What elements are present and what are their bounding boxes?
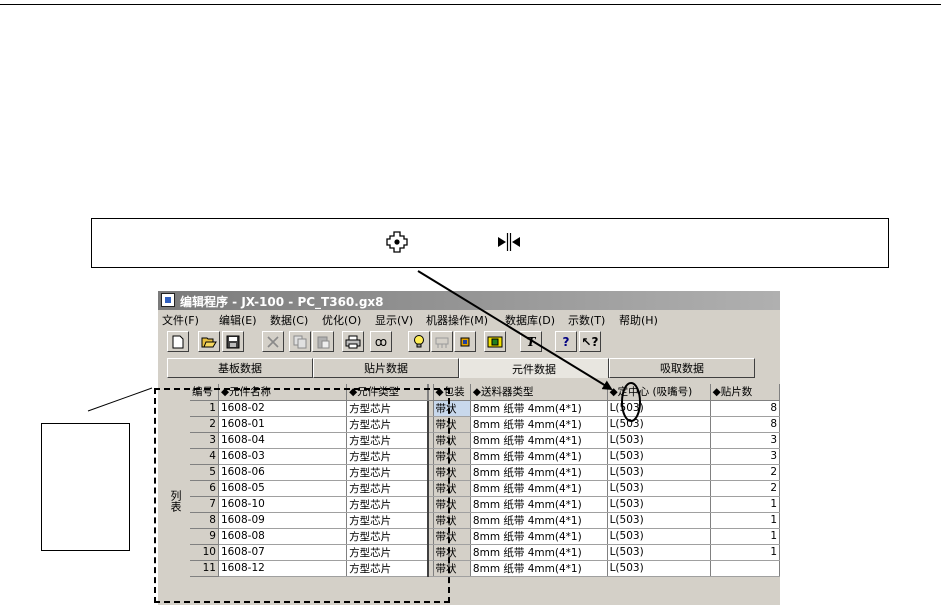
menu-data[interactable]: 数据(C) — [270, 312, 308, 328]
centering-cell[interactable]: L(503) — [607, 464, 711, 481]
placement-count-cell[interactable]: 1 — [710, 544, 780, 561]
menu-optimize[interactable]: 优化(O) — [322, 312, 361, 328]
move-cursor-icon — [386, 231, 408, 253]
lightbulb-icon[interactable] — [408, 331, 430, 352]
feeder-type-cell[interactable]: 8mm 纸带 4mm(4*1) — [470, 528, 608, 545]
tab-board-data[interactable]: 基板数据 — [167, 358, 313, 378]
feeder-type-cell[interactable]: 8mm 纸带 4mm(4*1) — [470, 480, 608, 497]
placement-count-cell[interactable]: 2 — [710, 480, 780, 497]
placement-count-cell[interactable]: 1 — [710, 512, 780, 529]
top-rule — [0, 4, 941, 5]
text-glyph: T — [526, 334, 536, 349]
menu-view[interactable]: 显示(V) — [375, 312, 413, 328]
feeder-type-cell[interactable]: 8mm 纸带 4mm(4*1) — [470, 496, 608, 513]
centering-cell[interactable]: L(503) — [607, 496, 711, 513]
centering-cell[interactable]: L(503) — [607, 432, 711, 449]
menu-teach[interactable]: 示数(T) — [568, 312, 605, 328]
feeder-type-cell[interactable]: 8mm 纸带 4mm(4*1) — [470, 400, 608, 417]
centering-cell[interactable]: L(503) — [607, 544, 711, 561]
help-glyph: ? — [562, 334, 570, 349]
delete-icon[interactable] — [262, 331, 284, 352]
feeder-type-cell[interactable]: 8mm 纸带 4mm(4*1) — [470, 512, 608, 529]
component-icon[interactable] — [454, 331, 476, 352]
window-title: 编辑程序 - JX-100 - PC_T360.gx8 — [180, 295, 384, 309]
camera-icon[interactable] — [484, 331, 506, 352]
tab-placement-data[interactable]: 贴片数据 — [313, 358, 459, 378]
placement-count-cell[interactable]: 2 — [710, 464, 780, 481]
callout-leader-line — [87, 387, 153, 412]
centering-cell[interactable]: L(503) — [607, 448, 711, 465]
cursor-hint-box — [91, 218, 889, 268]
toolbar: ꝏ T ? ↖? — [158, 329, 780, 355]
centering-cell[interactable]: L(503) — [607, 416, 711, 433]
centering-cell[interactable]: L(503) — [607, 400, 711, 417]
resize-cursor-icon — [498, 233, 520, 251]
feeder-icon[interactable] — [431, 331, 453, 352]
centering-cell[interactable]: L(503) — [607, 528, 711, 545]
context-help-icon[interactable]: ↖? — [579, 331, 601, 352]
help-icon[interactable]: ? — [555, 331, 577, 352]
centering-cell[interactable]: L(503) — [607, 512, 711, 529]
menu-bar: 文件(F) 编辑(E) 数据(C) 优化(O) 显示(V) 机器操作(M) 数据… — [158, 310, 780, 328]
placement-count-cell[interactable] — [710, 560, 780, 577]
print-icon[interactable] — [342, 331, 364, 352]
feeder-type-cell[interactable]: 8mm 纸带 4mm(4*1) — [470, 432, 608, 449]
placement-count-cell[interactable]: 3 — [710, 432, 780, 449]
feeder-type-cell[interactable]: 8mm 纸带 4mm(4*1) — [470, 448, 608, 465]
col-center-header[interactable]: ◆定中心 (吸嘴号) — [607, 384, 711, 401]
placement-count-cell[interactable]: 1 — [710, 496, 780, 513]
placement-count-cell[interactable]: 3 — [710, 448, 780, 465]
menu-edit[interactable]: 编辑(E) — [219, 312, 257, 328]
tab-bar: 基板数据 贴片数据 元件数据 吸取数据 — [158, 358, 780, 378]
centering-cell[interactable]: L(503) — [607, 480, 711, 497]
binoculars-icon[interactable]: ꝏ — [370, 331, 392, 352]
menu-help[interactable]: 帮助(H) — [619, 312, 658, 328]
save-icon[interactable] — [222, 331, 244, 352]
feeder-type-cell[interactable]: 8mm 纸带 4mm(4*1) — [470, 560, 608, 577]
paste-icon[interactable] — [312, 331, 334, 352]
title-bar: 编辑程序 - JX-100 - PC_T360.gx8 — [158, 291, 780, 310]
col-feeder-header[interactable]: ◆送料器类型 — [470, 384, 608, 401]
placement-count-cell[interactable]: 8 — [710, 400, 780, 417]
centering-cell[interactable]: L(503) — [607, 560, 711, 577]
app-icon — [161, 293, 175, 307]
frozen-columns-highlight — [154, 388, 450, 603]
copy-icon[interactable] — [289, 331, 311, 352]
new-icon[interactable] — [167, 331, 189, 352]
menu-database[interactable]: 数据库(D) — [505, 312, 555, 328]
menu-file[interactable]: 文件(F) — [162, 312, 199, 328]
open-icon[interactable] — [198, 331, 220, 352]
col-count-header[interactable]: ◆贴片数 — [710, 384, 780, 401]
tab-component-data[interactable]: 元件数据 — [459, 358, 609, 378]
feeder-type-cell[interactable]: 8mm 纸带 4mm(4*1) — [470, 464, 608, 481]
feeder-type-cell[interactable]: 8mm 纸带 4mm(4*1) — [470, 416, 608, 433]
feeder-type-cell[interactable]: 8mm 纸带 4mm(4*1) — [470, 544, 608, 561]
callout-box — [41, 423, 130, 551]
tab-pickup-data[interactable]: 吸取数据 — [609, 358, 755, 378]
binoculars-glyph: ꝏ — [374, 334, 388, 349]
context-help-glyph: ↖? — [581, 334, 599, 349]
menu-machine[interactable]: 机器操作(M) — [426, 312, 488, 328]
placement-count-cell[interactable]: 8 — [710, 416, 780, 433]
text-icon[interactable]: T — [520, 331, 542, 352]
placement-count-cell[interactable]: 1 — [710, 528, 780, 545]
